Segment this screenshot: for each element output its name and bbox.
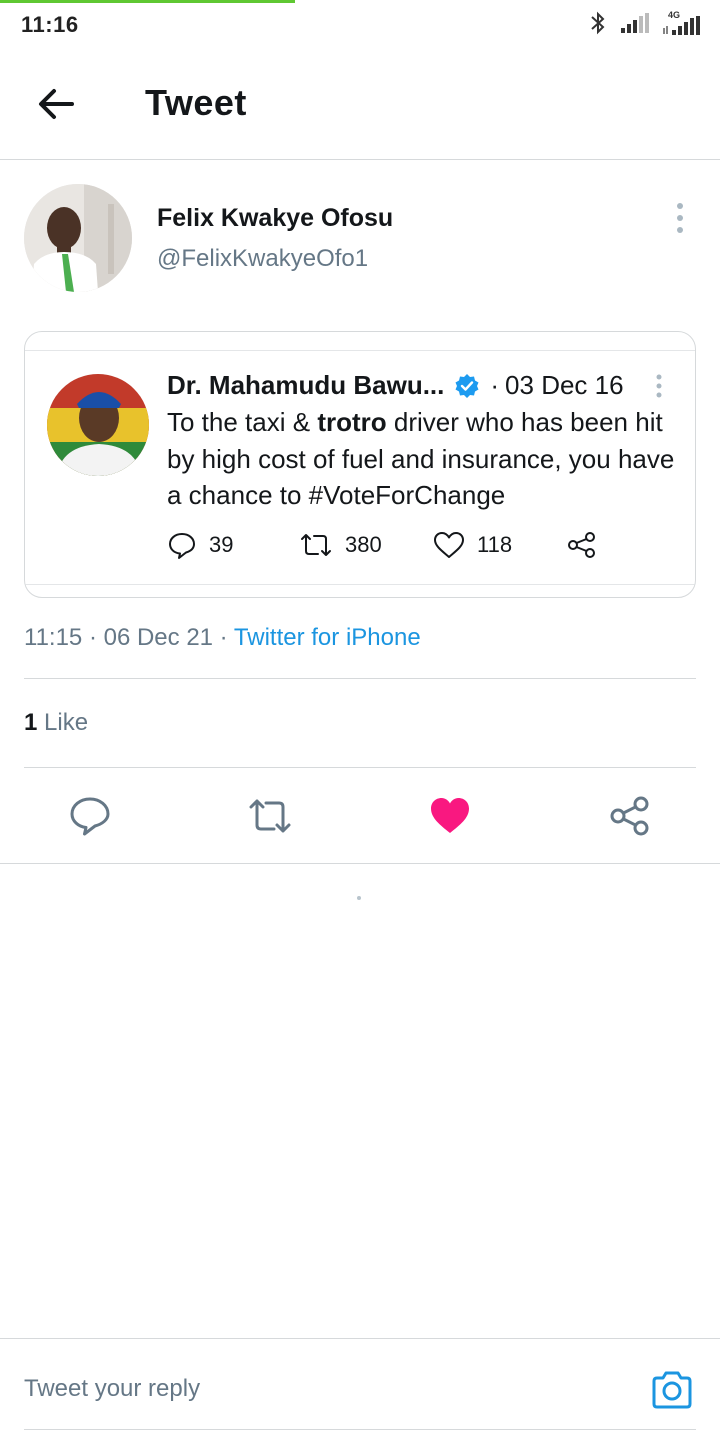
- card-divider: [25, 584, 695, 585]
- quoted-text-bold: trotro: [317, 407, 387, 437]
- reply-icon: [169, 533, 195, 559]
- quoted-tweet-card[interactable]: Dr. Mahamudu Bawu... · 03 Dec 16 To the …: [24, 331, 696, 598]
- signal-icon: [621, 13, 649, 33]
- status-time: 11:16: [21, 12, 79, 37]
- likes-label: Like: [44, 709, 89, 736]
- tweet-author: Felix Kwakye Ofosu @FelixKwakyeOfo1: [0, 160, 720, 310]
- author-avatar[interactable]: [24, 184, 132, 292]
- signal-4g-icon: 4G: [662, 10, 702, 36]
- tweet-meta: 11:15 · 06 Dec 21 · Twitter for iPhone: [24, 624, 421, 652]
- bluetooth-icon: [591, 11, 605, 35]
- quoted-text-part: To the taxi &: [167, 407, 318, 437]
- reply-bar: [0, 1338, 720, 1440]
- page-title: Tweet: [145, 82, 247, 123]
- likes-summary[interactable]: 1 Like: [24, 709, 88, 737]
- retweet-icon: [249, 799, 291, 833]
- reply-underline: [24, 1429, 696, 1430]
- quoted-tweet-actions: 39 380 118: [167, 530, 597, 560]
- like-button[interactable]: [429, 795, 471, 837]
- likes-count: 1: [24, 709, 38, 736]
- tweet-timestamp: 11:15 · 06 Dec 21: [24, 624, 214, 651]
- quoted-author-name: Dr. Mahamudu Bawu...: [167, 370, 445, 400]
- quoted-retweet-count: 380: [345, 532, 382, 557]
- camera-icon: [652, 1371, 692, 1409]
- quoted-like-count: 118: [477, 532, 513, 557]
- quoted-separator: ·: [490, 370, 500, 400]
- quoted-more-button[interactable]: [647, 372, 671, 402]
- back-button[interactable]: [34, 84, 78, 124]
- meta-separator: ·: [213, 624, 234, 651]
- quoted-reply-count: 39: [209, 532, 234, 557]
- more-vertical-icon: [677, 203, 683, 233]
- share-icon: [610, 796, 649, 836]
- loading-indicator: [357, 896, 361, 900]
- status-icons: 4G: [588, 10, 702, 36]
- quoted-tweet-text: To the taxi & trotro driver who has been…: [167, 404, 687, 514]
- top-app-bar: Tweet: [0, 50, 720, 160]
- retweet-button[interactable]: [248, 795, 291, 837]
- card-divider: [25, 350, 695, 351]
- camera-button[interactable]: [650, 1369, 694, 1411]
- quoted-like-stat: 118: [433, 531, 567, 559]
- retweet-icon: [301, 534, 331, 556]
- share-icon: [568, 532, 595, 558]
- quoted-share-stat: [567, 531, 597, 559]
- heart-outline-icon: [434, 532, 464, 558]
- divider: [24, 678, 696, 679]
- author-handle[interactable]: @FelixKwakyeOfo1: [157, 245, 368, 273]
- author-name[interactable]: Felix Kwakye Ofosu: [157, 204, 393, 233]
- reply-input[interactable]: [24, 1375, 584, 1403]
- arrow-left-icon: [39, 89, 74, 119]
- share-button[interactable]: [609, 795, 651, 837]
- tweet-action-bar: [0, 768, 720, 864]
- quoted-reply-stat: 39: [167, 530, 299, 560]
- quoted-author-avatar: [47, 374, 149, 476]
- more-vertical-icon: [656, 374, 662, 398]
- quoted-retweet-stat: 380: [299, 532, 433, 558]
- quoted-date: 03 Dec 16: [505, 370, 624, 400]
- verified-badge-icon: [455, 373, 479, 398]
- heart-filled-icon: [431, 798, 469, 833]
- more-options-button[interactable]: [668, 200, 692, 236]
- reply-button[interactable]: [69, 795, 111, 837]
- reply-icon: [70, 797, 110, 836]
- tweet-source-link[interactable]: Twitter for iPhone: [234, 624, 421, 651]
- quoted-tweet-header: Dr. Mahamudu Bawu... · 03 Dec 16: [167, 370, 624, 401]
- status-bar: 11:16 4G: [0, 0, 720, 50]
